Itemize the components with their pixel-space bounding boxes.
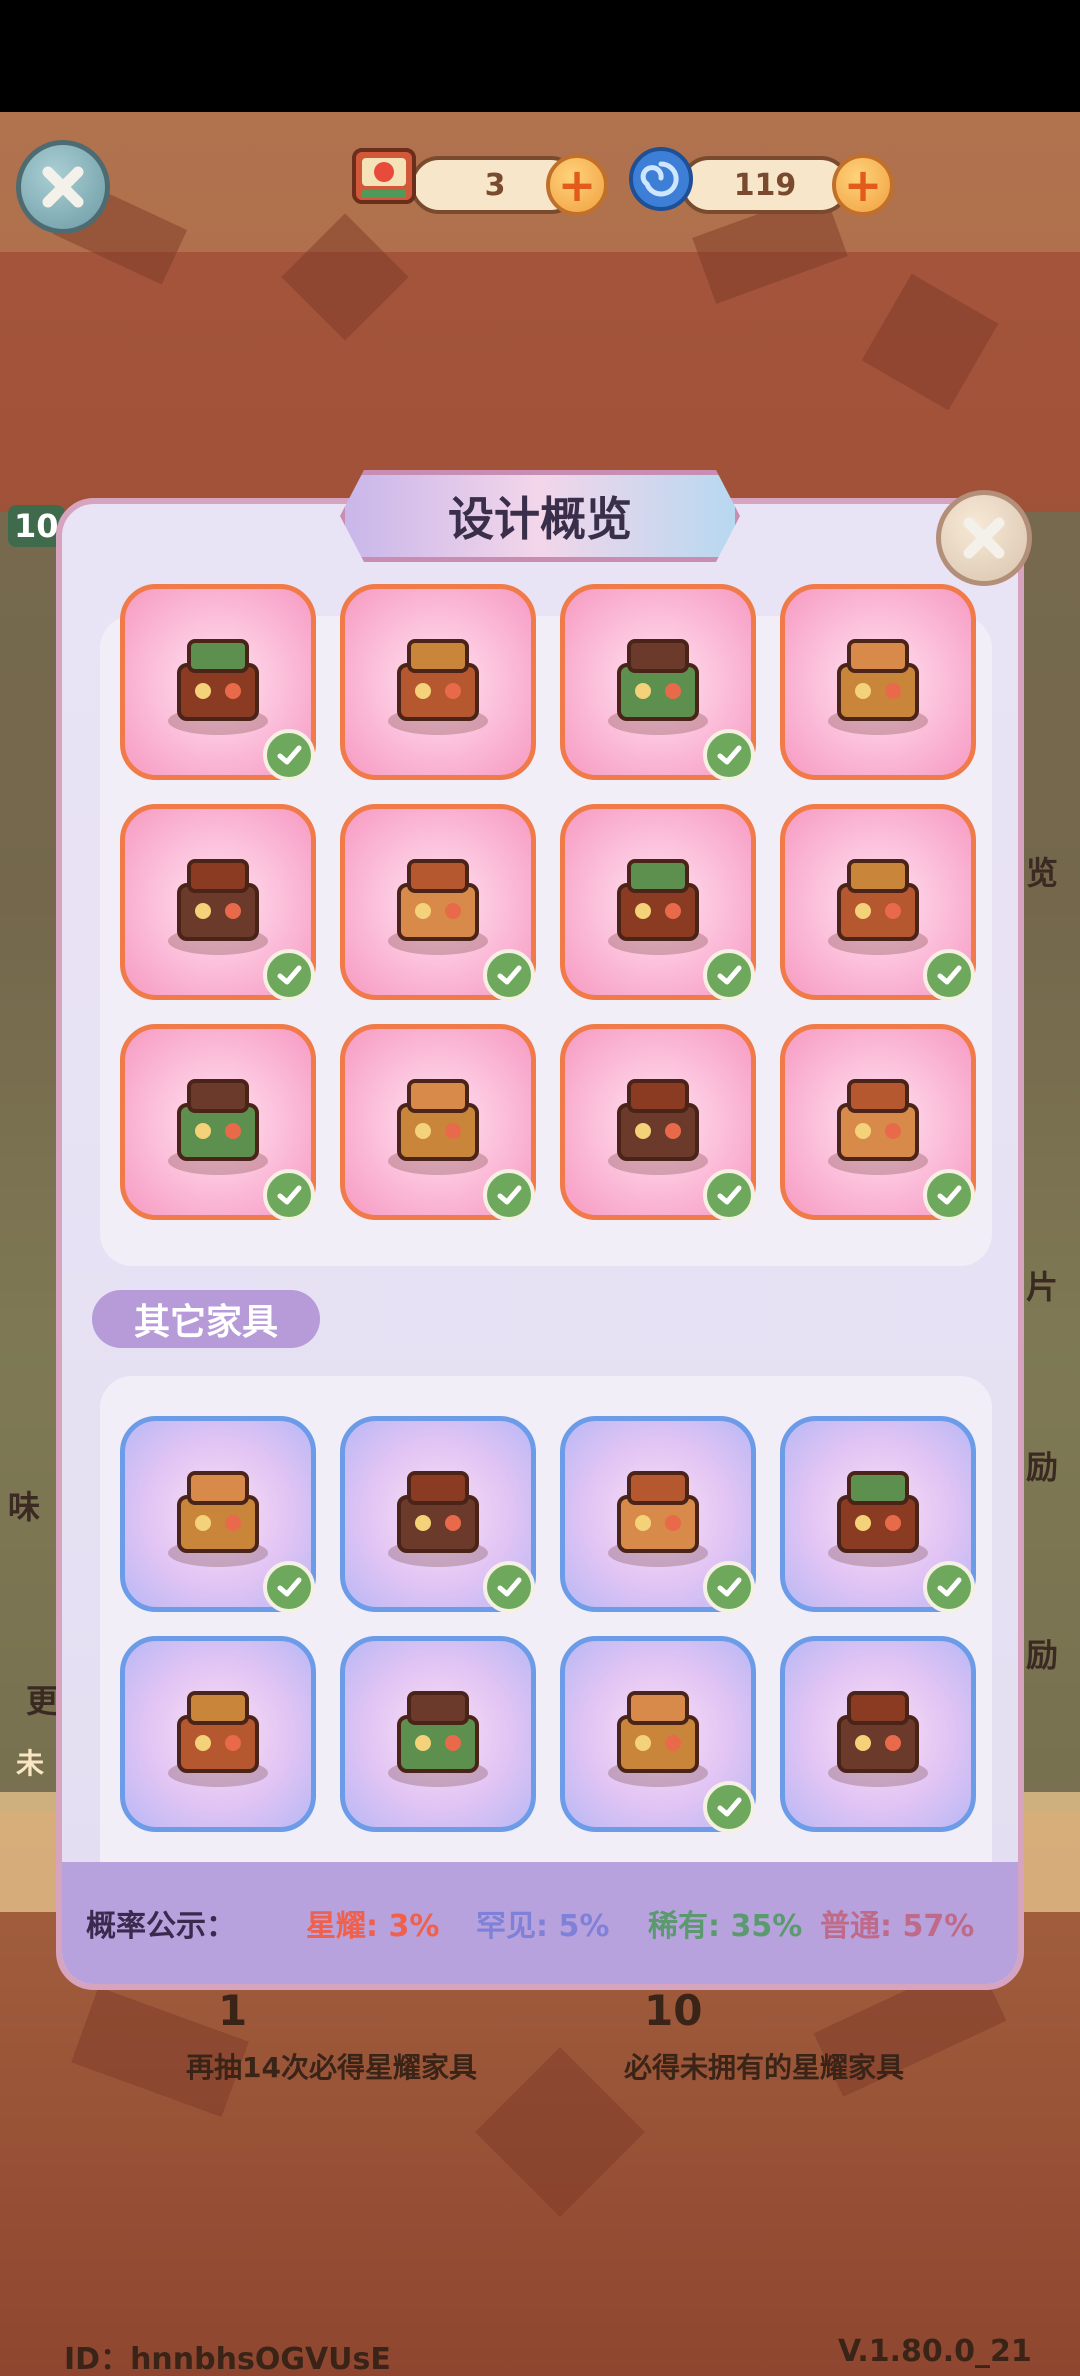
furniture-item-water-wheel[interactable]	[340, 1636, 536, 1832]
ticket-icon	[344, 136, 424, 216]
version-label: V.1.80.0_21	[838, 2334, 1032, 2369]
back-close-button[interactable]	[16, 140, 110, 234]
orb-counter: 119	[680, 156, 850, 214]
furniture-item-golden-tree-planter[interactable]	[120, 584, 316, 781]
furniture-item-tea-cart[interactable]	[560, 584, 756, 781]
probability-rare: 罕见: 5%	[476, 1909, 610, 1944]
furniture-item-bird-swing[interactable]	[120, 1416, 316, 1613]
furniture-item-hotpot-feast[interactable]	[560, 1024, 756, 1221]
probability-star: 星耀: 3%	[306, 1909, 440, 1944]
owned-check-icon	[703, 729, 755, 781]
owned-check-icon	[703, 1781, 755, 1833]
furniture-item-teapot-set[interactable]	[340, 1416, 536, 1613]
furniture-item-poster-wall[interactable]	[120, 804, 316, 1001]
draw-ten-note: 必得未拥有的星耀家具	[624, 2051, 905, 2084]
bg-right-label: 励	[1026, 1448, 1059, 1486]
player-id: ID：hnnbhsOGVUsE	[64, 2342, 391, 2376]
item-scroll-area[interactable]: 其它家具	[62, 504, 1018, 1864]
owned-check-icon	[703, 1169, 755, 1221]
furniture-item-food-counter[interactable]	[340, 584, 536, 780]
orb-count: 119	[733, 167, 797, 203]
probability-label: 概率公示：	[86, 1909, 236, 1944]
furniture-item-scroll-letter[interactable]	[780, 1416, 976, 1613]
owned-check-icon	[923, 949, 975, 1001]
plus-icon: +	[843, 158, 883, 212]
furniture-item-wooden-chest[interactable]	[780, 1636, 976, 1832]
modal-title-plate: 设计概览	[340, 470, 740, 562]
draw-one-note: 再抽14次必得星耀家具	[186, 2051, 477, 2084]
owned-check-icon	[923, 1561, 975, 1613]
furniture-item-lion-dance-head[interactable]	[780, 804, 976, 1001]
owned-check-icon	[923, 1169, 975, 1221]
section-title: 其它家具	[133, 1302, 278, 1343]
probability-bar: 概率公示： 星耀: 3% 罕见: 5% 稀有: 35% 普通: 57%	[62, 1862, 1018, 1984]
bg-left-label: 味	[8, 1488, 41, 1526]
bg-right-label: 览	[1026, 854, 1059, 892]
furniture-item-mahjong-table[interactable]	[120, 1024, 316, 1221]
furniture-item-green-stall[interactable]	[560, 804, 756, 1001]
owned-check-icon	[483, 1561, 535, 1613]
owned-check-icon	[263, 1561, 315, 1613]
owned-check-icon	[703, 949, 755, 1001]
design-overview-modal: 其它家具 概率公示： 星耀: 3% 罕见: 5% 稀有: 35% 普通: 57%	[56, 498, 1024, 1990]
close-icon	[42, 166, 84, 208]
owned-check-icon	[263, 729, 315, 781]
owned-check-icon	[483, 949, 535, 1001]
furniture-item-shop-front-stall[interactable]	[340, 804, 536, 1001]
close-icon	[963, 517, 1005, 559]
owned-check-icon	[263, 1169, 315, 1221]
owned-check-icon	[703, 1561, 755, 1613]
furniture-item-tea-snack-set[interactable]	[780, 1024, 976, 1221]
furniture-item-pastry-board[interactable]	[560, 1636, 756, 1833]
draw-ten-count: 10	[644, 1986, 703, 2035]
status-bar	[0, 0, 1080, 112]
bg-left-label: 未	[16, 1747, 45, 1780]
bg-left-label: 更	[26, 1682, 59, 1720]
bg-right-label: 片	[1026, 1268, 1059, 1306]
draw-one-count: 1	[218, 1986, 248, 2035]
probability-common: 普通: 57%	[820, 1909, 975, 1944]
spiral-orb-icon	[626, 144, 696, 214]
plus-icon: +	[557, 158, 597, 212]
add-orb-button[interactable]: +	[832, 154, 894, 216]
owned-check-icon	[483, 1169, 535, 1221]
furniture-item-wooden-stairs[interactable]	[120, 1636, 316, 1832]
modal-title: 设计概览	[448, 492, 632, 546]
furniture-item-bead-tree[interactable]	[560, 1416, 756, 1613]
owned-check-icon	[263, 949, 315, 1001]
add-ticket-button[interactable]: +	[546, 154, 608, 216]
furniture-item-arched-window[interactable]	[780, 584, 976, 780]
section-other-furniture: 其它家具	[92, 1290, 320, 1348]
bg-right-label: 励	[1026, 1636, 1059, 1674]
probability-uncommon: 稀有: 35%	[648, 1909, 803, 1944]
furniture-item-dim-sum-set[interactable]	[340, 1024, 536, 1221]
ticket-count: 3	[484, 167, 506, 203]
modal-close-button[interactable]	[936, 490, 1032, 586]
